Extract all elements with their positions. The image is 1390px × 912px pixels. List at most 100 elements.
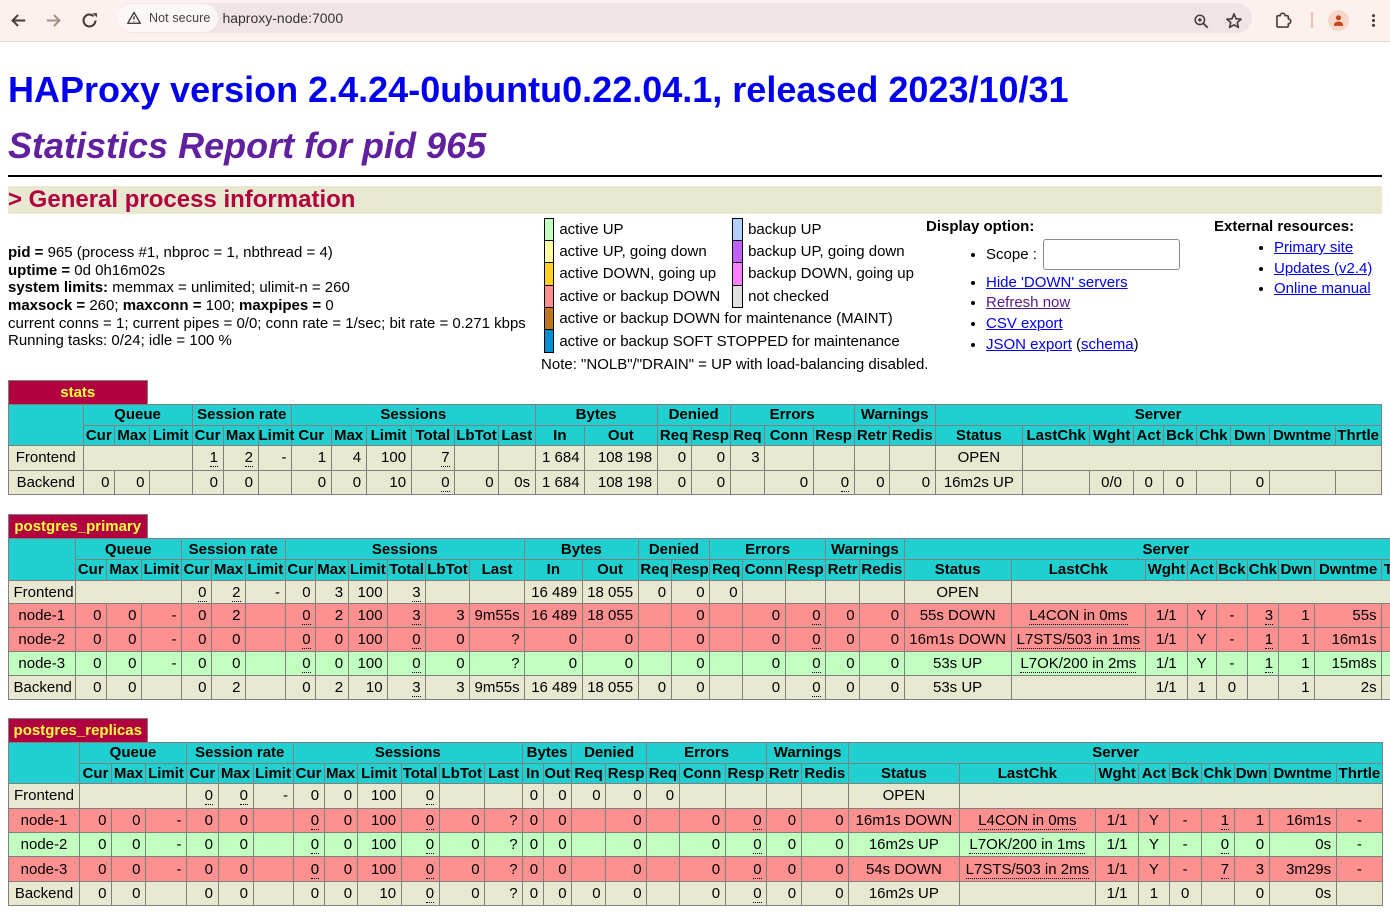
stat-cell: 0 [112, 881, 146, 905]
external-resource-link[interactable]: Primary site [1274, 239, 1353, 256]
stat-cell: 0 [80, 832, 112, 856]
column-header: Max [212, 560, 246, 581]
scope-input[interactable] [1043, 239, 1180, 270]
url-text[interactable]: haproxy-node:7000 [222, 10, 343, 26]
row-anchor-link[interactable]: node-3 [21, 861, 68, 878]
column-group-header: Queue [75, 539, 182, 560]
stat-cell: 0 [75, 675, 107, 699]
row-anchor-link[interactable]: Frontend [14, 584, 74, 601]
stat-cell: 15m8s [1315, 651, 1382, 675]
stat-cell: L4CON in 0ms [1011, 604, 1146, 628]
forward-icon[interactable] [37, 3, 71, 37]
stat-cell: 10 [357, 881, 401, 905]
row-anchor-link[interactable]: Backend [14, 679, 72, 696]
stats-table: QueueSession rateSessionsBytesDeniedErro… [8, 742, 1383, 906]
reload-icon[interactable] [73, 3, 107, 37]
proxy-name-link[interactable]: postgres_primary [14, 518, 141, 535]
row-anchor-link[interactable]: Backend [15, 885, 73, 902]
stat-cell: 0 [439, 832, 485, 856]
column-header: In [525, 560, 583, 581]
proxy-name-link[interactable]: stats [60, 384, 95, 401]
external-resource-link[interactable]: Online manual [1274, 280, 1371, 297]
stat-cell: - [142, 604, 182, 628]
bookmark-star-icon[interactable] [1224, 11, 1244, 31]
row-anchor-link[interactable]: node-2 [21, 836, 68, 853]
column-group-header: Server [904, 539, 1390, 560]
zoom-icon[interactable] [1192, 12, 1210, 30]
display-option-item: Hide 'DOWN' servers [986, 274, 1214, 291]
column-header: Max [112, 763, 146, 784]
stat-cell: 0 [860, 628, 905, 652]
stat-cell [765, 446, 814, 470]
column-header: Chk [1248, 560, 1279, 581]
extensions-icon[interactable] [1267, 3, 1301, 37]
schema-link[interactable]: schema [1081, 336, 1134, 353]
stat-cell: 100 [357, 808, 401, 832]
stat-cell: 0 [401, 881, 439, 905]
column-header: Total [388, 560, 426, 581]
stat-cell: 0 [107, 604, 142, 628]
stat-cell [638, 628, 671, 652]
row-anchor-link[interactable]: Frontend [14, 787, 74, 804]
stat-cell: Frontend [9, 580, 76, 604]
stat-cell: 0 [525, 628, 583, 652]
table-row-node-2: node-200-000010000?000000016m2s UPL7OK/2… [9, 832, 1383, 856]
row-anchor-link[interactable]: node-3 [18, 655, 65, 672]
site-security-chip[interactable]: Not secure [117, 4, 218, 32]
address-bar[interactable]: Not secure haproxy-node:7000 [117, 3, 1252, 33]
stat-cell: 0s [499, 470, 536, 494]
stat-cell: 0 [860, 651, 905, 675]
stat-cell [710, 604, 743, 628]
stat-cell: 0 [439, 881, 485, 905]
stat-cell: Y [1139, 808, 1170, 832]
stat-cell: 0 [293, 857, 324, 881]
stat-cell: 7 [1201, 857, 1234, 881]
stat-cell: 0 [80, 881, 112, 905]
option-link[interactable]: JSON export [986, 336, 1072, 353]
stat-cell: 0 [657, 446, 691, 470]
proxy-name-cell: postgres_replicas [9, 719, 148, 743]
legend-label: backup DOWN, going up [743, 263, 926, 285]
stat-cell: 0 [767, 808, 802, 832]
column-group-header: Errors [730, 405, 854, 426]
stat-cell: 0 [671, 628, 710, 652]
row-anchor-link[interactable]: node-1 [21, 812, 68, 829]
title-spacer-cell [147, 381, 1383, 405]
stat-cell: 0/0 [1090, 470, 1134, 494]
row-anchor-link[interactable]: node-1 [18, 607, 65, 624]
legend-swatch [544, 241, 554, 263]
row-anchor-link[interactable]: node-2 [18, 631, 65, 648]
table-row-frontend: Frontend12-1410071 684108 198003OPEN [9, 446, 1382, 470]
option-link[interactable]: Hide 'DOWN' servers [986, 274, 1128, 291]
stat-cell: 0 [112, 808, 146, 832]
stat-cell: 0 [388, 651, 426, 675]
stat-cell: 0 [426, 651, 470, 675]
stat-cell: 0 [638, 675, 671, 699]
option-link[interactable]: CSV export [986, 315, 1063, 332]
column-header: Cur [292, 425, 332, 446]
stat-cell: node-1 [9, 808, 80, 832]
stat-cell [258, 470, 292, 494]
column-group-header: Server [935, 405, 1381, 426]
stat-cell [485, 784, 523, 808]
stat-cell: Y [1139, 832, 1170, 856]
stat-cell: OPEN [935, 446, 1023, 470]
stat-cell [246, 675, 286, 699]
back-icon[interactable] [1, 3, 35, 37]
option-link[interactable]: Refresh now [986, 294, 1070, 311]
kebab-menu-icon[interactable] [1365, 3, 1382, 37]
stat-cell: - [142, 651, 182, 675]
stat-cell: 0 [455, 470, 499, 494]
column-group-header [9, 743, 80, 784]
stat-cell: 0 [572, 784, 606, 808]
external-resource-link[interactable]: Updates (v2.4) [1274, 260, 1372, 277]
stat-cell: - [1336, 808, 1383, 832]
stat-cell: 1 [1278, 651, 1315, 675]
row-anchor-link[interactable]: Backend [17, 474, 75, 491]
column-group-header: Bytes [525, 539, 639, 560]
stat-cell: 0 [285, 580, 316, 604]
haproxy-site-link[interactable]: HAProxy version 2.4.24-0ubuntu0.22.04.1,… [8, 69, 1069, 110]
row-anchor-link[interactable]: Frontend [16, 449, 76, 466]
profile-avatar[interactable] [1328, 10, 1349, 31]
proxy-name-link[interactable]: postgres_replicas [14, 722, 142, 739]
